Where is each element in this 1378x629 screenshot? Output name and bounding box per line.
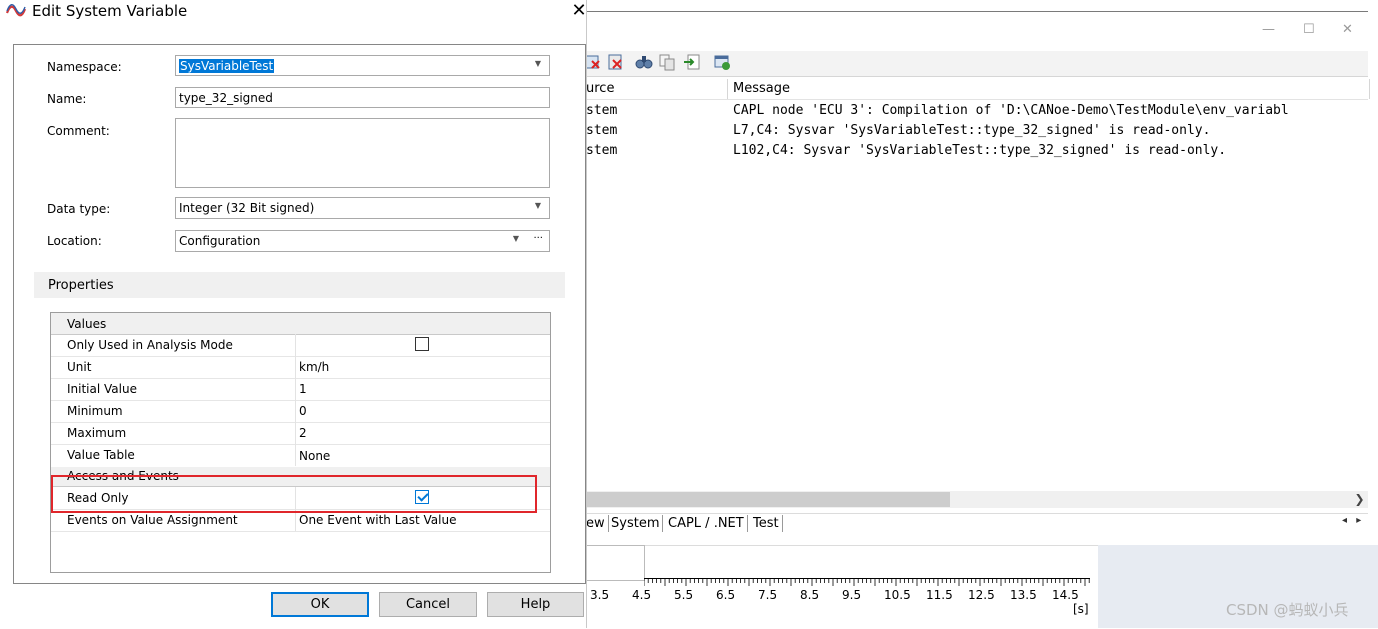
tab-system[interactable]: System: [608, 515, 664, 532]
axis-tick-label: 7.5: [758, 588, 778, 602]
message-text: CAPL node 'ECU 3': Compilation of 'D:\CA…: [733, 103, 1289, 118]
scrollbar-thumb[interactable]: [586, 492, 950, 507]
tab-scroll-arrows[interactable]: ◂ ▸: [1342, 515, 1364, 526]
axis-tick-label: 8.5: [800, 588, 820, 602]
grid-row-unit[interactable]: Unit km/h: [51, 356, 550, 379]
message-text: L7,C4: Sysvar 'SysVariableTest::type_32_…: [733, 123, 1211, 138]
grid-value[interactable]: One Event with Last Value: [299, 513, 456, 527]
highlight-annotation-box: [51, 475, 537, 513]
write-toolbar: [586, 51, 1368, 77]
category-label: Values: [67, 317, 107, 331]
axis-tick-label: 9.5: [842, 588, 862, 602]
ok-button[interactable]: OK: [271, 592, 369, 617]
grid-row-minimum[interactable]: Minimum 0: [51, 400, 550, 423]
property-grid: Values Only Used in Analysis Mode Unit k…: [50, 312, 551, 573]
grid-key: Unit: [67, 360, 92, 374]
window-top-border: [586, 11, 1368, 12]
close-icon[interactable]: ✕: [568, 0, 590, 22]
message-column-header[interactable]: Message: [733, 81, 790, 96]
grid-key: Only Used in Analysis Mode: [67, 338, 233, 352]
grid-key: Maximum: [67, 426, 127, 440]
dropdown-arrow-icon: ▼: [512, 234, 519, 243]
find-icon[interactable]: [635, 53, 653, 71]
window-close-button[interactable]: ✕: [1342, 22, 1353, 37]
grid-value[interactable]: km/h: [299, 360, 329, 374]
datatype-value: Integer (32 Bit signed): [179, 201, 315, 215]
watermark: CSDN @蚂蚁小兵: [1226, 601, 1349, 619]
location-value: Configuration: [179, 234, 261, 248]
help-button[interactable]: Help: [487, 592, 584, 617]
tab-test[interactable]: Test: [750, 515, 783, 532]
grid-row-value-table[interactable]: Value Table None: [51, 444, 550, 468]
scroll-right-icon[interactable]: ❯: [1351, 491, 1368, 508]
dropdown-arrow-icon: ▼: [534, 59, 541, 68]
column-separator[interactable]: [1369, 79, 1370, 99]
axis-tick-label: 3.5: [590, 588, 610, 602]
messages-header: [586, 79, 1368, 100]
grid-value[interactable]: 2: [299, 426, 307, 440]
namespace-label: Namespace:: [47, 60, 122, 74]
graphics-legend-box: [586, 545, 645, 581]
properties-label: Properties: [48, 278, 114, 293]
export-icon[interactable]: [683, 53, 701, 71]
grid-row-maximum[interactable]: Maximum 2: [51, 422, 550, 445]
canoe-logo-icon: [6, 4, 26, 17]
checkbox-icon[interactable]: [415, 337, 429, 351]
namespace-dropdown[interactable]: SysVariableTest ▼: [175, 55, 550, 76]
grid-row-initial-value[interactable]: Initial Value 1: [51, 378, 550, 401]
datatype-label: Data type:: [47, 202, 111, 216]
message-source: stem: [586, 103, 618, 118]
copy-icon[interactable]: [658, 53, 676, 71]
minimize-button[interactable]: —: [1262, 22, 1275, 37]
source-column-header[interactable]: urce: [586, 81, 614, 96]
delete-icon[interactable]: [607, 53, 625, 71]
tab-capl-net[interactable]: CAPL / .NET: [665, 515, 748, 532]
comment-textarea[interactable]: [175, 118, 550, 188]
grid-key: Value Table: [67, 448, 135, 462]
name-input[interactable]: type_32_signed: [175, 87, 550, 108]
datatype-dropdown[interactable]: Integer (32 Bit signed) ▼: [175, 197, 550, 219]
name-label: Name:: [47, 92, 87, 106]
axis-tick-label: 6.5: [716, 588, 736, 602]
location-dropdown[interactable]: Configuration ▼ ···: [175, 230, 550, 252]
cancel-button[interactable]: Cancel: [379, 592, 477, 617]
grid-row-analysis-mode[interactable]: Only Used in Analysis Mode: [51, 334, 550, 357]
namespace-value: SysVariableTest: [179, 59, 275, 73]
grid-value[interactable]: None: [299, 449, 330, 463]
name-value: type_32_signed: [179, 91, 273, 105]
dialog-title: Edit System Variable: [32, 2, 188, 20]
location-browse-button[interactable]: ···: [533, 233, 543, 244]
axis-tick-label: 11.5: [926, 588, 953, 602]
message-source: stem: [586, 123, 618, 138]
location-label: Location:: [47, 234, 102, 248]
comment-label: Comment:: [47, 124, 110, 138]
message-text: L102,C4: Sysvar 'SysVariableTest::type_3…: [733, 143, 1227, 158]
axis-tick-label: 4.5: [632, 588, 652, 602]
message-source: stem: [586, 143, 618, 158]
grid-value[interactable]: 0: [299, 404, 307, 418]
time-axis-unit: [s]: [1073, 602, 1089, 616]
settings-window-icon[interactable]: [713, 53, 731, 71]
time-axis-ticks: [644, 578, 1090, 586]
axis-tick-label: 5.5: [674, 588, 694, 602]
grid-key: Minimum: [67, 404, 123, 418]
maximize-button[interactable]: ☐: [1303, 22, 1315, 37]
grid-category-values[interactable]: Values: [51, 313, 550, 335]
axis-tick-label: 12.5: [968, 588, 995, 602]
axis-tick-label: 13.5: [1010, 588, 1037, 602]
axis-tick-label: 10.5: [884, 588, 911, 602]
column-separator[interactable]: [727, 79, 728, 99]
grid-key: Initial Value: [67, 382, 137, 396]
axis-tick-label: 14.5: [1052, 588, 1079, 602]
dropdown-arrow-icon: ▼: [534, 201, 541, 210]
grid-value[interactable]: 1: [299, 382, 307, 396]
grid-key: Events on Value Assignment: [67, 513, 238, 527]
